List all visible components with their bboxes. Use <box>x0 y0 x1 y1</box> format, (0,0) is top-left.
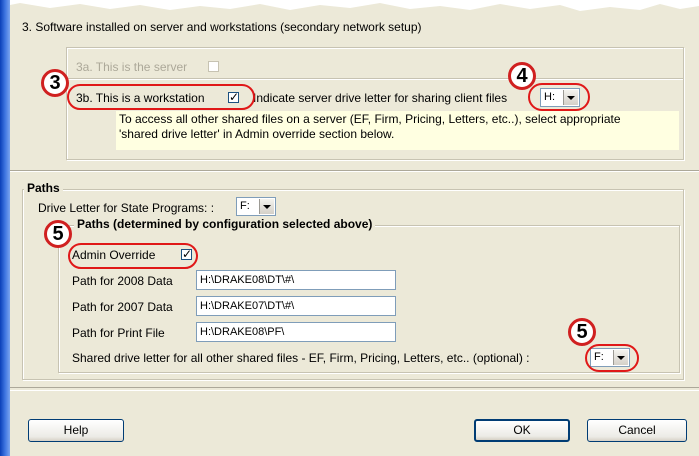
server-label: 3a. This is the server <box>76 60 188 74</box>
server-checkbox[interactable] <box>208 61 219 72</box>
torn-edge <box>0 0 699 11</box>
path-2007-label: Path for 2007 Data <box>72 300 173 314</box>
info-note: To access all other shared files on a se… <box>116 111 679 150</box>
callout-oval-admin <box>68 243 198 269</box>
cancel-button[interactable]: Cancel <box>587 419 687 442</box>
state-programs-label: Drive Letter for State Programs: : <box>38 201 215 215</box>
section-divider <box>10 170 699 172</box>
path-2007-input[interactable]: H:\DRAKE07\DT\#\ <box>196 296 396 316</box>
print-file-input[interactable]: H:\DRAKE08\PF\ <box>196 322 396 342</box>
window-left-edge <box>0 0 10 456</box>
path-2008-input[interactable]: H:\DRAKE08\DT\#\ <box>196 270 396 290</box>
section-3-title: 3. Software installed on server and work… <box>22 20 422 34</box>
paths-title: Paths <box>24 181 63 195</box>
callout-oval-workstation <box>67 84 255 110</box>
shared-drive-label: Shared drive letter for all other shared… <box>72 351 530 365</box>
print-file-label: Path for Print File <box>72 326 165 340</box>
callout-oval-shared <box>585 344 639 372</box>
callout-oval-drive <box>528 83 590 111</box>
state-programs-value: F: <box>240 200 250 212</box>
setup-dialog: 3. Software installed on server and work… <box>0 0 699 456</box>
callout-badge-3: 3 <box>41 69 69 97</box>
server-drive-label: Indicate server drive letter for sharing… <box>253 91 508 105</box>
callout-badge-5-admin: 5 <box>44 220 72 248</box>
button-separator <box>10 387 699 391</box>
state-programs-select[interactable]: F: <box>236 197 276 216</box>
subpaths-title: Paths (determined by configuration selec… <box>74 217 376 231</box>
info-note-text: To access all other shared files on a se… <box>119 112 621 141</box>
path-2008-label: Path for 2008 Data <box>72 274 173 288</box>
callout-badge-5-shared: 5 <box>568 318 596 346</box>
ok-button[interactable]: OK <box>474 419 570 442</box>
chevron-down-icon[interactable] <box>259 199 274 214</box>
help-button[interactable]: Help <box>28 419 124 442</box>
